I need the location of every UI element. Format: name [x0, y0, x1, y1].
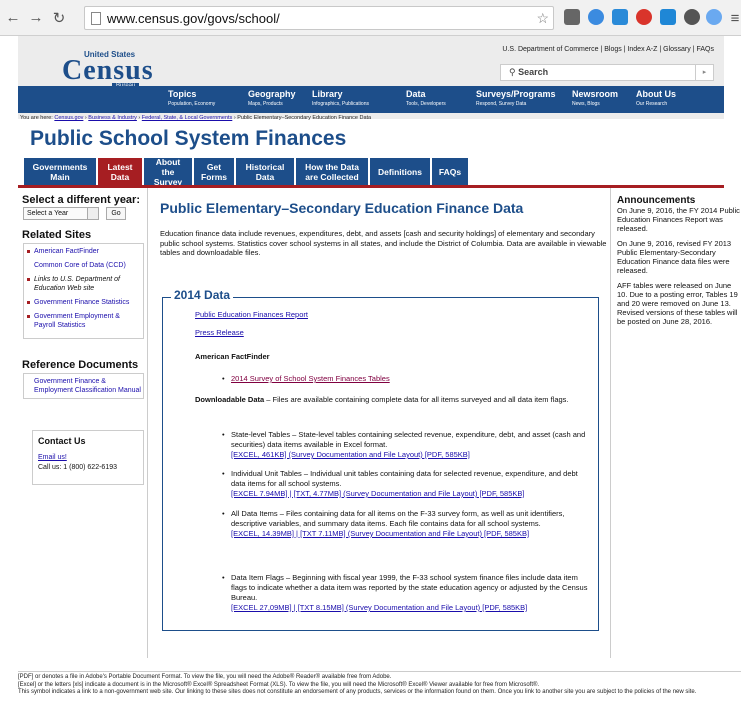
nav-geography[interactable]: Geography Maps, Products — [248, 89, 296, 109]
top-link[interactable]: FAQs — [696, 46, 714, 53]
tab-governments-main[interactable]: Governments Main — [24, 158, 96, 185]
extension-icon[interactable] — [564, 9, 580, 25]
page-icon — [91, 11, 101, 25]
intro-text: Education finance data include revenues,… — [160, 229, 607, 257]
extension-icon[interactable] — [588, 9, 604, 25]
extension-icon[interactable] — [684, 9, 700, 25]
top-link[interactable]: Index A-Z — [627, 46, 657, 53]
census-logo[interactable]: United States Census Bureau — [62, 50, 154, 89]
section-tabs: Governments Main Latest Data About the Surv… — [24, 157, 470, 187]
browser-toolbar: ← → ↻ www.census.gov/govs/school/ ☆ ≡ — [0, 0, 741, 36]
list-item: • All Data Items – Files containing data … — [222, 509, 565, 538]
year-heading: Select a different year: — [22, 194, 140, 206]
nav-topics[interactable]: Topics Population, Economy — [168, 89, 215, 109]
main-navigation: Topics Population, Economy Geography Maps,… — [18, 86, 724, 113]
main-content: Public Elementary–Secondary Education Fi… — [160, 200, 610, 258]
content-heading: Public Elementary–Secondary Education Fi… — [160, 200, 524, 216]
related-link[interactable]: American FactFinder — [34, 247, 99, 256]
related-heading: Related Sites — [22, 229, 92, 241]
breadcrumb-link[interactable]: Federal, State, & Local Governments — [142, 115, 233, 121]
announcements-heading: Announcements — [617, 195, 696, 206]
data-2014-fieldset: 2014 Data Public Education Finances Repo… — [162, 288, 599, 631]
tab-latest-data[interactable]: Latest Data — [98, 158, 142, 185]
footer-notes: [PDF] or denotes a file in Adobe's Porta… — [18, 671, 741, 697]
page-title: Public School System Finances — [30, 127, 347, 150]
tab-about-survey[interactable]: About the Survey — [144, 157, 192, 187]
tab-get-forms[interactable]: Get Forms — [194, 158, 234, 185]
search-icon: ⚲ — [509, 67, 516, 77]
chevron-down-icon — [87, 208, 98, 219]
tab-how-collected[interactable]: How the Data are Collected — [296, 158, 368, 185]
report-link[interactable]: Public Education Finances Report — [195, 310, 308, 320]
forward-icon[interactable]: → — [26, 8, 46, 28]
related-sites-box: American FactFinder Common Core of Data … — [23, 243, 144, 339]
fieldset-legend: 2014 Data — [171, 288, 234, 302]
related-link[interactable]: Government Employment & Payroll Statisti… — [34, 312, 143, 330]
nav-library[interactable]: Library Infographics, Publications — [312, 89, 369, 109]
list-item: • Data Item Flags – Beginning with fiscal… — [222, 573, 588, 612]
download-links[interactable]: [EXCEL, 461KB] (Survey Documentation and… — [231, 450, 470, 459]
extension-icon[interactable] — [612, 9, 628, 25]
announcement-item: AFF tables were released on June 10. Due… — [617, 281, 738, 326]
search-input[interactable]: ⚲ Search ▸ — [500, 64, 714, 81]
related-link[interactable]: Common Core of Data (CCD) — [34, 261, 126, 270]
top-link[interactable]: U.S. Department of Commerce — [502, 46, 598, 53]
footer-note: This symbol indicates a link to a non-go… — [18, 689, 697, 695]
related-link[interactable]: Government Finance Statistics — [34, 298, 129, 307]
contact-heading: Contact Us — [38, 436, 86, 446]
nav-about[interactable]: About Us Our Research — [636, 89, 676, 109]
nav-surveys[interactable]: Surveys/Programs Respond, Survey Data — [476, 89, 556, 109]
breadcrumb-link[interactable]: Census.gov — [54, 115, 83, 121]
tab-definitions[interactable]: Definitions — [370, 158, 430, 185]
announcement-item: On June 9, 2016, the FY 2014 Public Educ… — [617, 206, 740, 233]
top-links: U.S. Department of Commerce | Blogs | In… — [502, 46, 714, 53]
reference-heading: Reference Documents — [22, 359, 139, 371]
announcement-item: On June 9, 2016, revised FY 2013 Public … — [617, 239, 732, 275]
extension-icon[interactable] — [706, 9, 722, 25]
press-release-link[interactable]: Press Release — [195, 328, 244, 338]
nav-data[interactable]: Data Tools, Developers — [406, 89, 446, 109]
contact-box: Contact Us Email us! Call us: 1 (800) 62… — [32, 430, 144, 485]
top-link[interactable]: Blogs — [604, 46, 622, 53]
go-button[interactable]: Go — [106, 207, 126, 220]
aff-heading: American FactFinder — [195, 352, 270, 361]
breadcrumb: You are here: Census.gov › Business & In… — [20, 115, 372, 121]
extension-icon[interactable] — [660, 9, 676, 25]
download-links[interactable]: [EXCEL 27,09MB] | [TXT 8.15MB] (Survey D… — [231, 603, 527, 612]
tab-faqs[interactable]: FAQs — [432, 158, 468, 185]
top-link[interactable]: Glossary — [663, 46, 691, 53]
right-sidebar: Announcements On June 9, 2016, the FY 20… — [610, 188, 741, 658]
download-links[interactable]: [EXCEL 7.94MB] | [TXT, 4.77MB] (Survey D… — [231, 489, 524, 498]
aff-tables-link[interactable]: 2014 Survey of School System Finances Ta… — [231, 374, 390, 383]
related-note: Links to U.S. Department of Education We… — [34, 276, 120, 292]
search-submit-button[interactable]: ▸ — [695, 65, 713, 80]
breadcrumb-current: Public Elementary–Secondary Education Fi… — [237, 115, 372, 121]
tab-historical-data[interactable]: Historical Data — [236, 158, 294, 185]
contact-phone: Call us: 1 (800) 622-6193 — [38, 464, 117, 471]
logo-text: Census — [62, 55, 154, 86]
back-icon[interactable]: ← — [3, 8, 23, 28]
nav-newsroom[interactable]: Newsroom News, Blogs — [572, 89, 618, 109]
footer-note: [PDF] or denotes a file in Adobe's Porta… — [18, 674, 392, 680]
reload-icon[interactable]: ↻ — [49, 8, 69, 28]
downloadable-intro: Downloadable Data – Files are available … — [195, 395, 569, 404]
reference-link[interactable]: Government Finance & Employment Classifi… — [34, 378, 141, 394]
footer-note: [Excel] or the letters [xls] indicate a … — [18, 681, 540, 688]
url-text: www.census.gov/govs/school/ — [107, 10, 280, 26]
address-bar[interactable]: www.census.gov/govs/school/ ☆ — [84, 6, 554, 30]
menu-icon[interactable]: ≡ — [725, 8, 741, 28]
list-item: • State-level Tables – State-level tables… — [222, 430, 586, 459]
announcements: Announcements On June 9, 2016, the FY 20… — [617, 195, 741, 332]
left-sidebar: Select a different year: Select a Year G… — [18, 188, 148, 658]
download-links[interactable]: [EXCEL, 14.39MB] | [TXT 7.11MB] (Survey … — [231, 529, 529, 538]
adblock-icon[interactable] — [636, 9, 652, 25]
breadcrumb-prefix: You are here: — [20, 115, 53, 121]
list-item: • Individual Unit Tables – Individual uni… — [222, 469, 578, 498]
search-placeholder: Search — [518, 67, 549, 77]
email-link[interactable]: Email us! — [38, 454, 67, 461]
reference-box: Government Finance & Employment Classifi… — [23, 373, 144, 399]
year-select[interactable]: Select a Year — [23, 207, 99, 220]
breadcrumb-link[interactable]: Business & Industry — [88, 115, 137, 121]
star-icon[interactable]: ☆ — [536, 10, 549, 27]
